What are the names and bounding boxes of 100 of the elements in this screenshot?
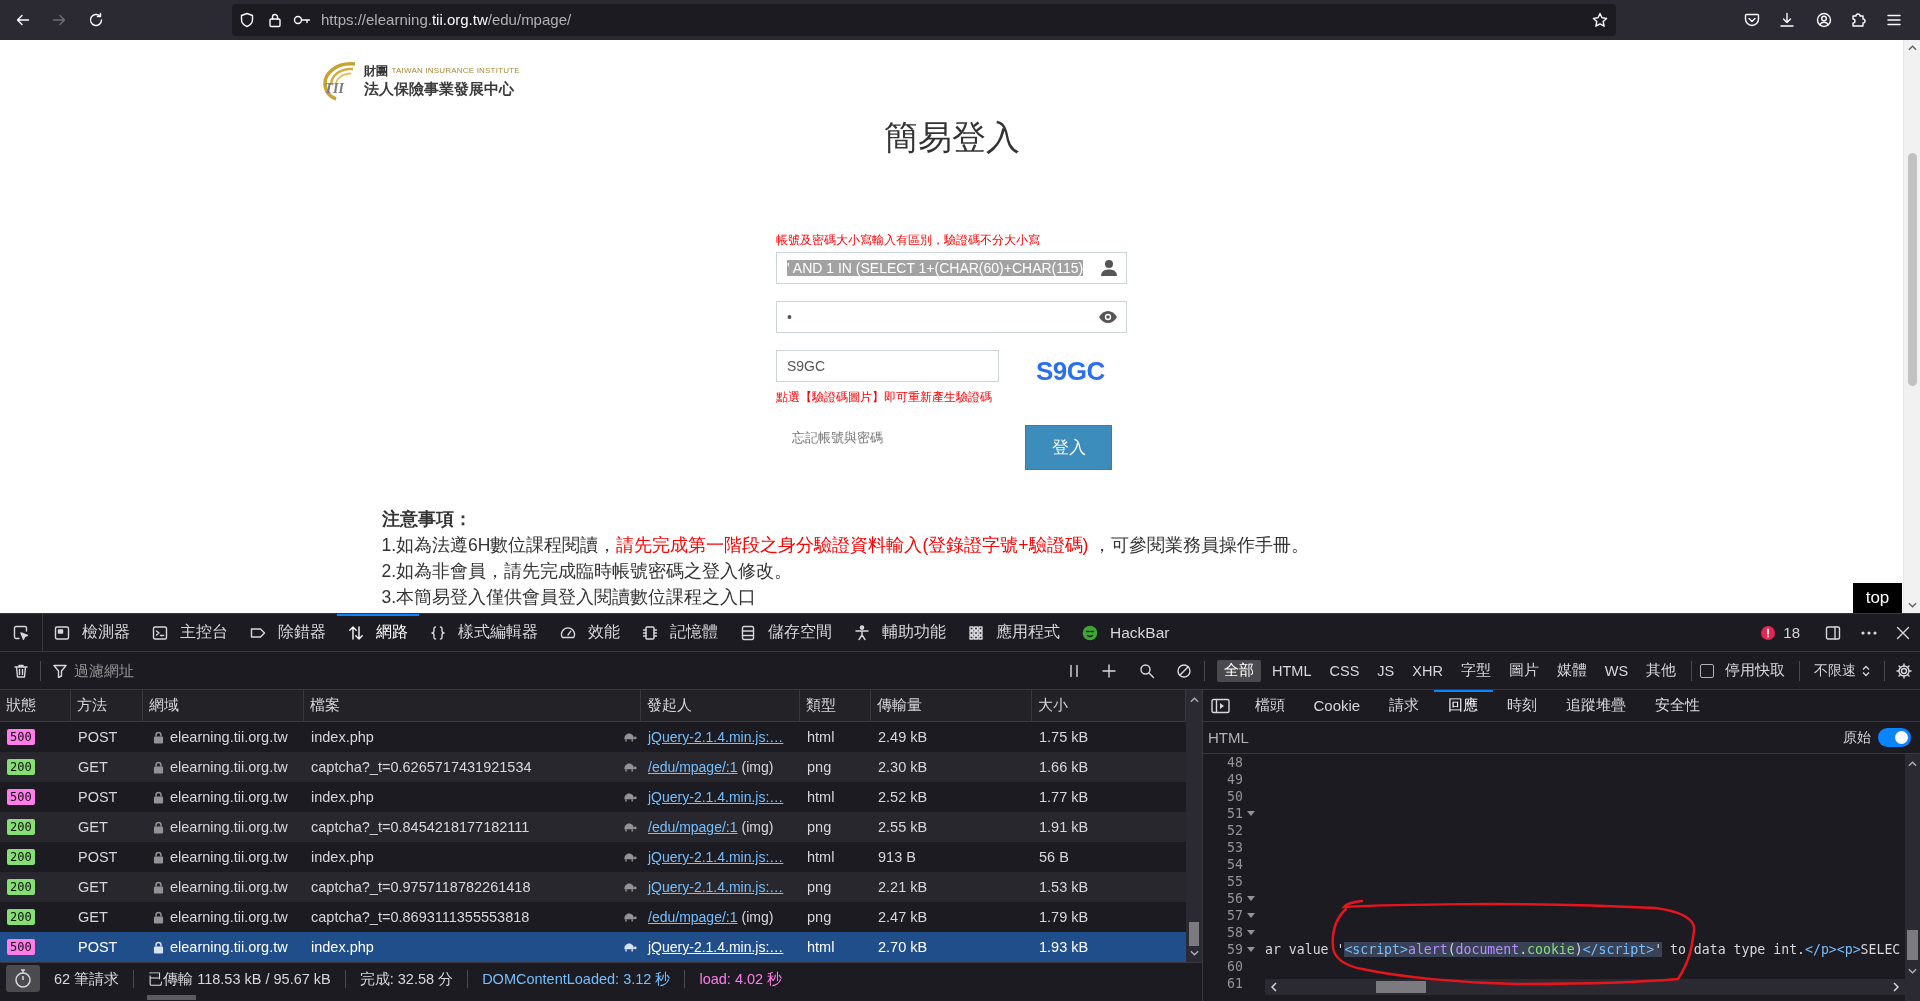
details-tab[interactable]: 回應 — [1433, 690, 1493, 721]
type-filter-button[interactable]: 媒體 — [1549, 659, 1594, 682]
block-icon[interactable] — [1176, 662, 1192, 679]
column-header[interactable]: 檔案 — [304, 690, 641, 721]
scroll-up-icon[interactable] — [1908, 761, 1917, 767]
scroll-up-icon[interactable] — [1189, 697, 1199, 703]
type-filter-button[interactable]: WS — [1597, 659, 1636, 682]
type-filter-button[interactable]: 圖片 — [1501, 659, 1546, 682]
page-scrollbar[interactable] — [1903, 40, 1920, 613]
reload-icon[interactable] — [88, 12, 104, 28]
scroll-left-icon[interactable] — [1271, 982, 1277, 992]
password-field[interactable]: • — [776, 301, 1127, 333]
fold-arrow-icon[interactable] — [1247, 913, 1255, 918]
address-bar[interactable]: https://elearning.tii.org.tw/edu/mpage/ — [232, 4, 1616, 36]
type-filter-button[interactable]: CSS — [1322, 659, 1367, 682]
raw-toggle-label[interactable]: 原始 — [1843, 728, 1871, 747]
devtools-tab[interactable]: 樣式編輯器 — [419, 614, 549, 651]
login-button[interactable]: 登入 — [1025, 425, 1112, 470]
type-filter-button[interactable]: HTML — [1265, 659, 1319, 682]
stopwatch-icon[interactable] — [6, 965, 40, 992]
captcha-field[interactable]: S9GC — [776, 350, 999, 382]
captcha-image[interactable]: S9GC — [1036, 355, 1105, 387]
details-tab[interactable]: 檔頭 — [1240, 690, 1299, 721]
type-filter-button[interactable]: 字型 — [1453, 659, 1498, 682]
fold-arrow-icon[interactable] — [1247, 947, 1255, 952]
devtools-tab[interactable]: 主控台 — [141, 614, 239, 651]
plus-icon[interactable] — [1101, 662, 1117, 679]
cursor-box-icon[interactable] — [13, 624, 29, 641]
download-icon[interactable] — [1779, 12, 1795, 28]
scroll-right-icon[interactable] — [1893, 982, 1899, 992]
request-row[interactable]: 500 POST elearning.tii.org.tw index.php jQuery-2.1.4.min.js:… html 2.70 kB 1.93 kB — [0, 932, 1186, 962]
column-header[interactable]: 方法 — [71, 690, 143, 721]
type-filter-button[interactable]: JS — [1370, 659, 1402, 682]
throttling-dropdown[interactable]: 不限速 — [1814, 661, 1871, 680]
initiator-link[interactable]: /edu/mpage/:1 — [648, 819, 738, 835]
column-header[interactable]: 發起人 — [641, 690, 800, 721]
trash-icon[interactable] — [13, 662, 29, 679]
details-tab[interactable]: Cookie — [1299, 690, 1375, 721]
type-filter-button[interactable]: 其他 — [1639, 659, 1684, 682]
column-header[interactable]: 狀態 — [0, 690, 71, 721]
details-tab[interactable]: 追蹤堆疊 — [1551, 690, 1641, 721]
devtools-tab[interactable]: 輔助功能 — [843, 614, 957, 651]
error-count[interactable]: 18 — [1783, 624, 1800, 641]
request-row[interactable]: 200 GET elearning.tii.org.tw captcha?_t=0.6265717431921534 /edu/mpage/:1 (img) png 2.30 kB 1.66 kB — [0, 752, 1186, 782]
close-icon[interactable] — [1896, 625, 1910, 640]
checkbox-label[interactable]: 停用快取 — [1725, 661, 1786, 680]
error-icon[interactable] — [1761, 625, 1776, 640]
more-icon[interactable] — [1861, 630, 1877, 635]
column-header[interactable]: 網域 — [143, 690, 304, 721]
code-vertical-scrollbar[interactable] — [1905, 754, 1920, 1001]
star-icon[interactable] — [1592, 12, 1608, 28]
scroll-down-icon[interactable] — [1907, 602, 1917, 608]
initiator-link[interactable]: jQuery-2.1.4.min.js:… — [648, 939, 784, 955]
devtools-tab[interactable]: 效能 — [549, 614, 631, 651]
scrollbar-thumb[interactable] — [1189, 922, 1199, 946]
pocket-icon[interactable] — [1744, 12, 1760, 28]
toggle-switch[interactable] — [1878, 728, 1911, 747]
checkbox[interactable] — [1700, 663, 1715, 678]
type-filter-button[interactable]: XHR — [1405, 659, 1450, 682]
scroll-down-icon[interactable] — [1908, 968, 1917, 974]
devtools-tab[interactable]: 儲存空間 — [729, 614, 843, 651]
details-tab[interactable]: 時刻 — [1492, 690, 1552, 721]
scroll-up-icon[interactable] — [1907, 45, 1917, 51]
details-tab[interactable]: 請求 — [1374, 690, 1434, 721]
initiator-link[interactable]: jQuery-2.1.4.min.js:… — [648, 849, 784, 865]
initiator-link[interactable]: /edu/mpage/:1 — [648, 909, 738, 925]
devtools-tab[interactable]: 記憶體 — [631, 614, 729, 651]
table-scrollbar[interactable] — [1186, 690, 1202, 962]
split-panel-icon[interactable] — [1825, 624, 1841, 641]
code-horizontal-scrollbar[interactable] — [1265, 979, 1905, 995]
settings-icon[interactable] — [1896, 662, 1913, 679]
back-to-top-button[interactable]: top — [1853, 583, 1902, 613]
lock-icon[interactable] — [267, 12, 283, 28]
details-tab[interactable]: 安全性 — [1640, 690, 1715, 721]
initiator-link[interactable]: jQuery-2.1.4.min.js:… — [648, 789, 784, 805]
scrollbar-thumb[interactable] — [1907, 930, 1918, 960]
scrollbar-thumb[interactable] — [1376, 981, 1426, 993]
fold-arrow-icon[interactable] — [1247, 811, 1255, 816]
initiator-link[interactable]: jQuery-2.1.4.min.js:… — [648, 879, 784, 895]
menu-icon[interactable] — [1886, 12, 1902, 28]
devtools-tab[interactable]: 檢測器 — [43, 614, 141, 651]
initiator-link[interactable]: /edu/mpage/:1 — [648, 759, 738, 775]
puzzle-icon[interactable] — [1851, 12, 1867, 28]
shield-icon[interactable] — [239, 12, 255, 28]
filter-field[interactable]: 過濾網址 — [74, 658, 1054, 683]
scrollbar-thumb[interactable] — [1907, 153, 1917, 386]
column-header[interactable]: 傳輸量 — [871, 690, 1032, 721]
account-icon[interactable] — [1816, 12, 1832, 28]
request-row[interactable]: 200 GET elearning.tii.org.tw captcha?_t=0.9757118782261418 jQuery-2.1.4.min.js:… png 2.21 kB 1.53 kB — [0, 872, 1186, 902]
type-filter-button[interactable]: 全部 — [1217, 659, 1261, 682]
request-row[interactable]: 200 GET elearning.tii.org.tw captcha?_t=0.8454218177182111 /edu/mpage/:1 (img) png 2.55 kB 1.91 kB — [0, 812, 1186, 842]
back-icon[interactable] — [15, 12, 31, 28]
fold-arrow-icon[interactable] — [1247, 930, 1255, 935]
fold-arrow-icon[interactable] — [1247, 896, 1255, 901]
devtools-tab[interactable]: HackBar — [1071, 614, 1181, 651]
column-header[interactable]: 類型 — [800, 690, 871, 721]
devtools-tab[interactable]: 除錯器 — [239, 614, 337, 651]
devtools-tab[interactable]: 網路 — [337, 614, 419, 651]
search-icon[interactable] — [1139, 662, 1155, 679]
initiator-link[interactable]: jQuery-2.1.4.min.js:… — [648, 729, 784, 745]
